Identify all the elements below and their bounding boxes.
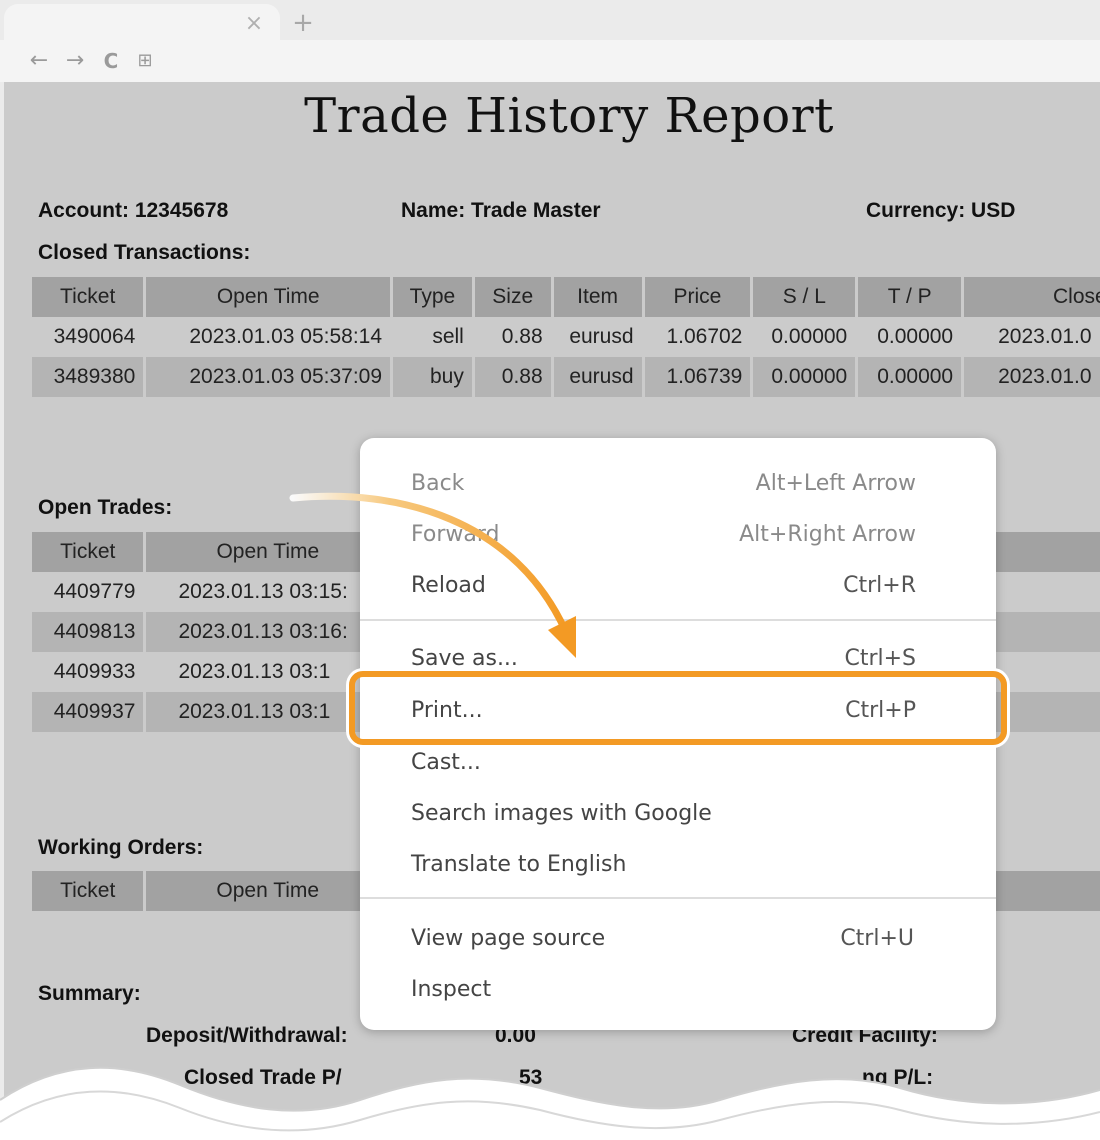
torn-edge-decoration: [0, 1066, 1100, 1140]
pointer-arrow-icon: [289, 492, 576, 658]
